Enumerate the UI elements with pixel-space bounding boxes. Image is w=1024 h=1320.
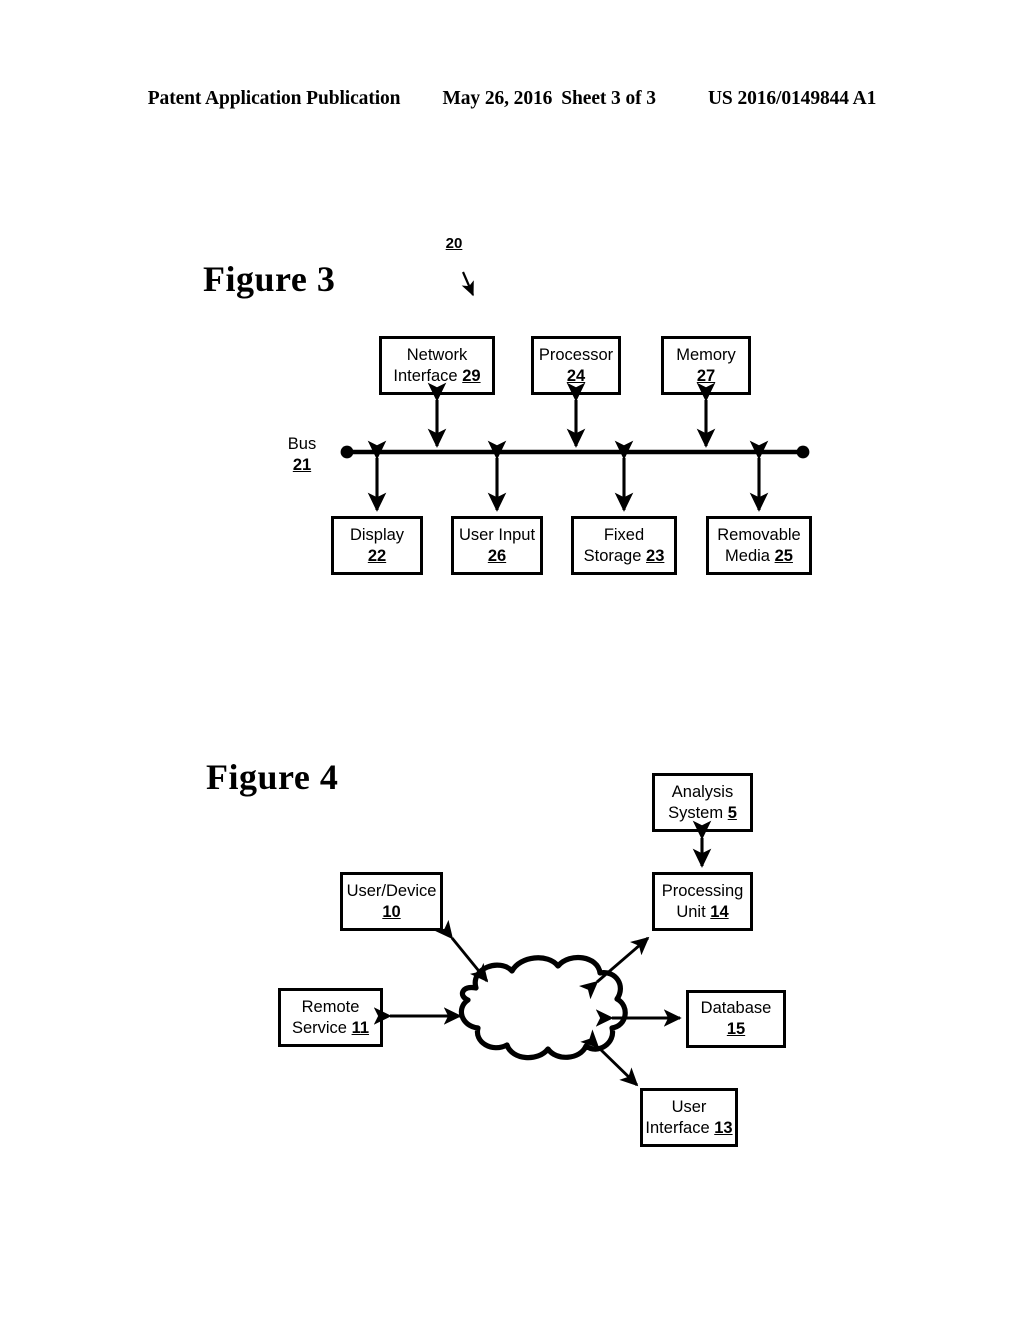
box-network-interface: Network Interface 29 (379, 336, 495, 395)
box-user-interface: User Interface 13 (640, 1088, 738, 1147)
box-database: Database 15 (686, 990, 786, 1048)
diagram-artwork (340, 271, 810, 1087)
box-removable-media: Removable Media 25 (706, 516, 812, 575)
bus-label: Bus 21 (287, 435, 317, 474)
page-header: Patent Application Publication May 26, 2… (0, 88, 1024, 110)
box-user-device: User/Device 10 (340, 872, 443, 931)
figure-3-callout-20: 20 (445, 235, 463, 252)
connector-network-processing-unit (579, 936, 650, 1000)
box-processing-unit: Processing Unit 14 (652, 872, 753, 931)
connector-user-device-network (435, 919, 489, 983)
bus-line (340, 445, 810, 459)
box-fixed-storage: Fixed Storage 23 (571, 516, 677, 575)
header-date: May 26, 2016 (442, 88, 553, 109)
box-memory: Memory 27 (661, 336, 751, 395)
connector-network-user-interface (580, 1029, 639, 1087)
box-display: Display 22 (331, 516, 423, 575)
header-publication: Patent Application Publication (147, 88, 401, 109)
header-sheet: Sheet 3 of 3 (561, 88, 656, 109)
box-remote-service: Remote Service 11 (278, 988, 383, 1047)
box-analysis-system: Analysis System 5 (652, 773, 753, 832)
figure-3-title: Figure 3 (203, 259, 336, 299)
box-processor: Processor 24 (531, 336, 621, 395)
figure-4-title: Figure 4 (206, 757, 339, 797)
cloud-network-label: Network 7 (499, 996, 561, 1036)
callout-arrow-20 (461, 271, 475, 297)
header-patent-number: US 2016/0149844 A1 (707, 88, 877, 109)
box-user-input: User Input 26 (451, 516, 543, 575)
